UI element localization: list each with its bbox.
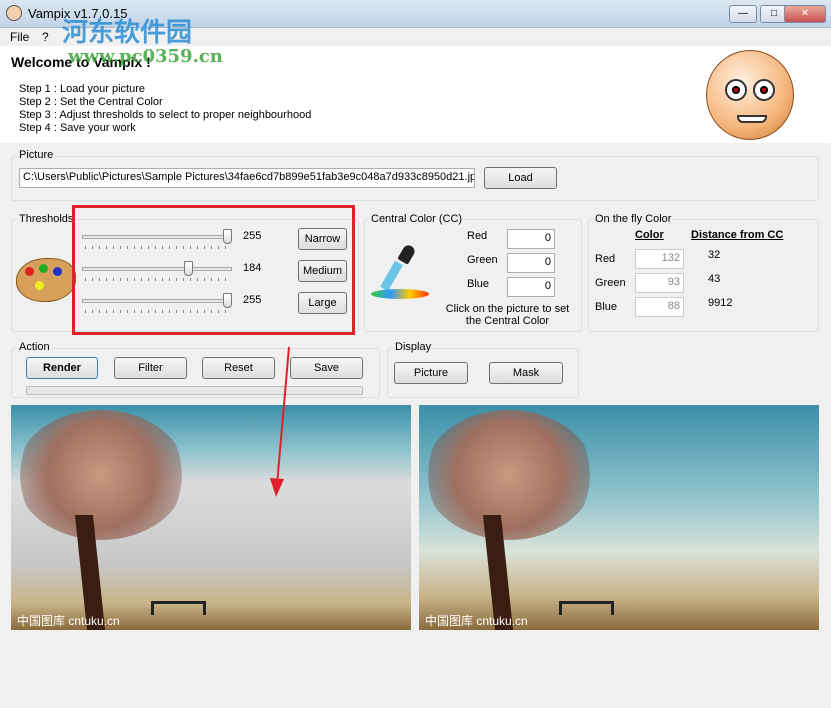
display-group-label: Display — [393, 341, 434, 353]
picture-group-label: Picture — [17, 149, 56, 161]
color-header: Color — [635, 229, 664, 241]
step-4: Step 4 : Save your work — [19, 122, 136, 134]
reset-button[interactable]: Reset — [202, 357, 275, 379]
filter-button[interactable]: Filter — [114, 357, 187, 379]
source-image[interactable]: 中国图库 cntuku.cn — [419, 405, 819, 630]
eyedropper-icon — [371, 243, 431, 305]
image-watermark: 中国图库 cntuku.cn — [17, 614, 120, 628]
palette-icon — [16, 258, 76, 302]
save-button[interactable]: Save — [290, 357, 363, 379]
picture-path-input[interactable]: C:\Users\Public\Pictures\Sample Pictures… — [19, 168, 475, 188]
onfly-value: 88 — [635, 297, 684, 317]
menu-file[interactable]: File — [10, 30, 29, 44]
onfly-label: Green — [595, 277, 626, 289]
watermark-url: www.pc0359.cn — [68, 46, 223, 67]
cc-red-input[interactable]: 0 — [507, 229, 555, 249]
thresholds-group-label: Thresholds — [17, 213, 76, 225]
mask-button[interactable]: Mask — [489, 362, 563, 384]
minimize-button[interactable]: — — [729, 5, 757, 23]
step-3: Step 3 : Adjust thresholds to select to … — [19, 109, 312, 121]
render-button[interactable]: Render — [26, 357, 98, 379]
cc-green-label: Green — [467, 254, 498, 266]
cc-red-label: Red — [467, 230, 488, 242]
picture-button[interactable]: Picture — [394, 362, 468, 384]
close-button[interactable]: ✕ — [784, 5, 826, 23]
app-icon — [6, 5, 22, 21]
onfly-distance: 32 — [708, 249, 721, 261]
distance-header: Distance from CC — [691, 229, 784, 241]
load-button[interactable]: Load — [484, 167, 557, 189]
watermark-site: 河东软件园 — [62, 18, 193, 48]
central-color-label: Central Color (CC) — [369, 213, 465, 225]
onfly-label: Blue — [595, 301, 618, 313]
result-image[interactable]: 中国图库 cntuku.cn — [11, 405, 411, 630]
onfly-label: Red — [595, 253, 616, 265]
cc-green-input[interactable]: 0 — [507, 253, 555, 273]
onfly-distance: 9912 — [708, 297, 733, 309]
step-1: Step 1 : Load your picture — [19, 83, 145, 95]
onfly-distance: 43 — [708, 273, 721, 285]
onfly-value: 93 — [635, 273, 684, 293]
annotation-highlight-box — [72, 205, 355, 335]
step-2: Step 2 : Set the Central Color — [19, 96, 163, 108]
menu-help[interactable]: ? — [42, 30, 49, 44]
cc-blue-label: Blue — [467, 278, 490, 290]
image-watermark: 中国图库 cntuku.cn — [425, 614, 528, 628]
onfly-value: 132 — [635, 249, 684, 269]
vampire-logo — [706, 50, 794, 140]
cc-hint: Click on the picture to set the Central … — [445, 303, 570, 327]
cc-blue-input[interactable]: 0 — [507, 277, 555, 297]
on-the-fly-label: On the fly Color — [593, 213, 674, 225]
render-progress-bar — [26, 386, 363, 395]
action-group-label: Action — [17, 341, 52, 353]
